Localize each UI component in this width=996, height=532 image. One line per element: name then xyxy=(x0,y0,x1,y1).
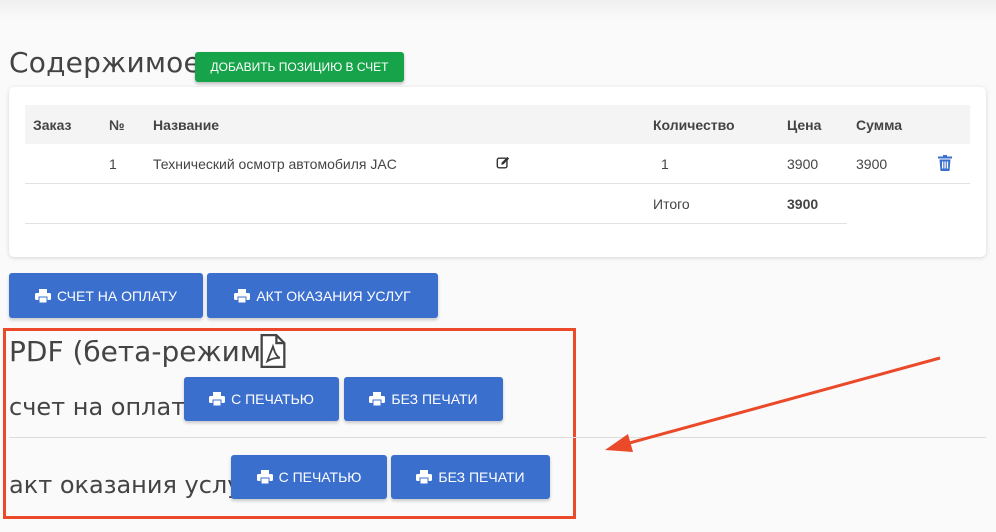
printer-icon xyxy=(369,392,386,406)
row-number: 1 xyxy=(109,156,117,172)
printer-icon xyxy=(256,470,273,484)
table-row: 1 Технический осмотр автомобиля JAC 1 39… xyxy=(25,144,970,184)
printer-icon xyxy=(209,392,226,406)
table-header: Заказ № Название Количество Цена Сумма xyxy=(25,105,970,144)
header-number: № xyxy=(109,117,125,133)
divider xyxy=(9,437,986,438)
header-order: Заказ xyxy=(33,117,72,133)
trash-icon[interactable] xyxy=(938,155,952,171)
invoice-button-label: Счет на оплату xyxy=(57,287,177,304)
act-button-label: Акт оказания услуг xyxy=(256,287,411,304)
row-quantity: 1 xyxy=(661,156,669,172)
printer-icon xyxy=(416,470,433,484)
row-name: Технический осмотр автомобиля JAC xyxy=(153,156,397,172)
pdf-act-label: акт оказания услуг xyxy=(9,471,255,499)
header-price: Цена xyxy=(787,117,822,133)
total-value: 3900 xyxy=(787,196,819,212)
row-price: 3900 xyxy=(787,156,819,172)
printer-icon xyxy=(234,288,251,303)
header-name: Название xyxy=(153,117,220,133)
with-stamp-label: С печатью xyxy=(278,469,362,485)
contents-card: Заказ № Название Количество Цена Сумма 1… xyxy=(9,87,986,257)
invoice-without-stamp-button[interactable]: Без печати xyxy=(344,377,503,421)
act-without-stamp-button[interactable]: Без печати xyxy=(391,455,550,499)
header-sum: Сумма xyxy=(856,117,903,133)
add-item-button[interactable]: Добавить позицию в счет xyxy=(195,52,404,82)
invoice-with-stamp-button[interactable]: С печатью xyxy=(184,377,339,421)
invoice-button[interactable]: Счет на оплату xyxy=(9,273,203,318)
edit-icon[interactable] xyxy=(496,156,510,170)
row-sum: 3900 xyxy=(856,156,888,172)
pdf-invoice-label: счет на оплату xyxy=(9,393,200,421)
pdf-file-icon[interactable] xyxy=(259,334,287,368)
act-with-stamp-button[interactable]: С печатью xyxy=(231,455,387,499)
section-title: Содержимое xyxy=(9,46,201,79)
top-bar-shadow xyxy=(0,0,996,20)
pdf-section-title: PDF (бета-режим) xyxy=(9,335,272,368)
without-stamp-label: Без печати xyxy=(391,391,478,407)
act-button[interactable]: Акт оказания услуг xyxy=(207,273,438,318)
printer-icon xyxy=(35,288,52,303)
without-stamp-label: Без печати xyxy=(438,469,525,485)
header-quantity: Количество xyxy=(653,117,735,133)
with-stamp-label: С печатью xyxy=(231,391,314,407)
total-row: Итого 3900 xyxy=(25,184,847,224)
total-label: Итого xyxy=(653,196,690,212)
